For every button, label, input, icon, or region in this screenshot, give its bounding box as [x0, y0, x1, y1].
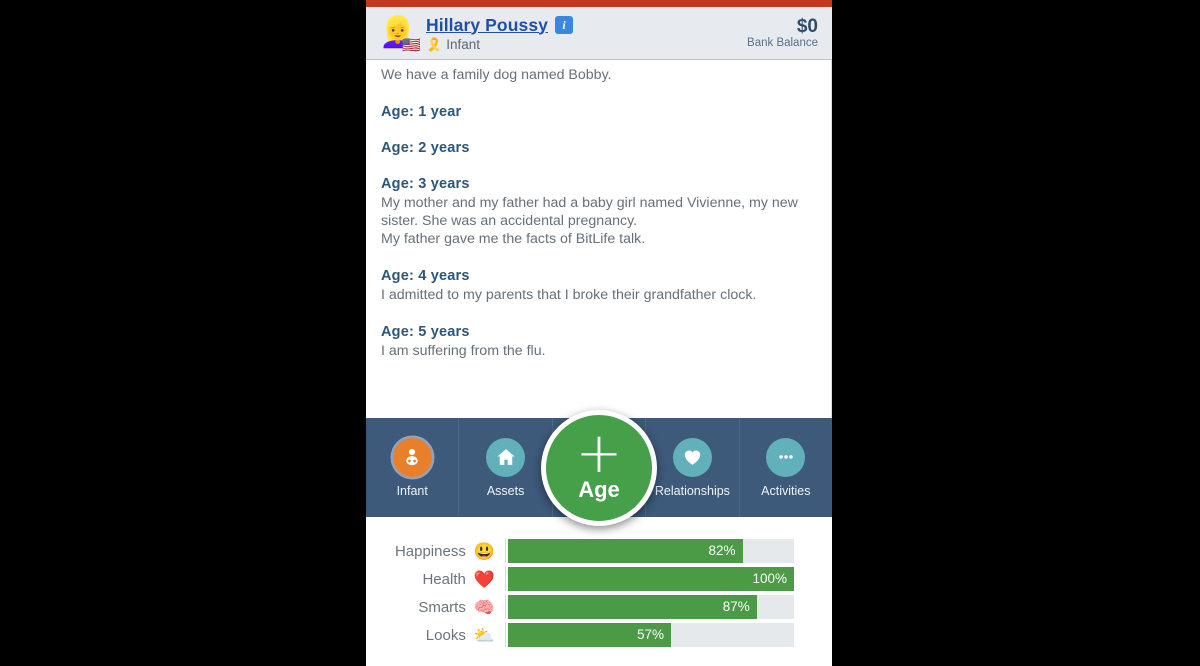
red-heart-icon: ❤️ — [473, 569, 495, 589]
stat-percent-label: 57% — [636, 627, 665, 643]
bank-balance-amount: $0 — [796, 15, 818, 37]
stat-bar-cell: 57% — [506, 623, 832, 647]
stat-label-cell: Happiness 😃 — [366, 539, 506, 563]
ribbon-icon: 🎗️ — [426, 36, 443, 52]
age-heading: Age: 5 years — [381, 324, 470, 340]
stat-track: 87% — [508, 595, 794, 619]
age-block: Age: 5 years I am suffering from the flu. — [381, 324, 815, 360]
life-stage-label: Infant — [446, 36, 480, 52]
nav-item-relationships[interactable]: Relationships — [646, 418, 740, 517]
event-line: My father gave me the facts of BitLife t… — [381, 231, 646, 247]
stat-fill: 57% — [508, 623, 672, 647]
identity-block: Hillary Poussy i 🎗️ Infant — [426, 15, 747, 52]
stat-bar-cell: 87% — [506, 595, 832, 619]
age-button-label: Age — [578, 476, 620, 502]
stat-track: 57% — [508, 623, 794, 647]
stat-label-cell: Smarts 🧠 — [366, 595, 506, 619]
stat-fill: 82% — [508, 539, 743, 563]
age-heading: Age: 4 years — [381, 268, 470, 284]
age-heading: Age: 1 year — [381, 104, 462, 120]
nav-label-assets: Assets — [486, 483, 525, 498]
event-line: I admitted to my parents that I broke th… — [381, 287, 757, 303]
age-button[interactable]: + Age — [541, 409, 658, 526]
age-block: Age: 2 years — [381, 140, 815, 156]
plus-icon: + — [575, 421, 623, 487]
stat-bar-cell: 100% — [506, 567, 832, 591]
stat-percent-label: 87% — [722, 599, 750, 615]
baby-icon — [392, 437, 432, 477]
stat-label: Health — [422, 570, 466, 588]
profile-header: 👱‍♀️ 🇺🇸 Hillary Poussy i 🎗️ Infant $0 Ba… — [366, 7, 832, 60]
person-name-link[interactable]: Hillary Poussy — [426, 15, 548, 36]
events-container: Age: 1 year Age: 2 years Age: 3 years My mo… — [381, 104, 815, 360]
age-block: Age: 1 year — [381, 104, 815, 120]
stat-row: Health ❤️ 100% — [366, 567, 832, 591]
stat-label: Looks — [425, 626, 466, 644]
stat-track: 100% — [508, 567, 794, 591]
stat-fill: 100% — [508, 567, 794, 591]
stat-label-cell: Looks ⛅ — [366, 623, 506, 647]
event-line: We have a family dog named Bobby. — [381, 67, 612, 83]
stage-row: 🎗️ Infant — [426, 37, 747, 52]
age-block: Age: 4 years I admitted to my parents tha… — [381, 268, 815, 304]
info-icon[interactable]: i — [555, 16, 574, 34]
stat-fill: 87% — [508, 595, 757, 619]
nav-label-activities: Activities — [761, 483, 811, 498]
nav-item-activities[interactable]: Activities — [740, 418, 832, 517]
name-row: Hillary Poussy i — [426, 15, 747, 36]
nav-item-infant[interactable]: Infant — [366, 418, 460, 517]
stat-label: Happiness — [394, 542, 466, 560]
stat-row: Looks ⛅ 57% — [366, 623, 832, 647]
avatar[interactable]: 👱‍♀️ 🇺🇸 — [378, 13, 421, 54]
event-line: I am suffering from the flu. — [381, 343, 546, 359]
life-events-feed[interactable]: We have a family dog named Bobby. Age: 1… — [366, 60, 832, 418]
bank-balance: $0 Bank Balance — [747, 15, 818, 50]
sun-behind-cloud-icon: ⛅ — [473, 625, 495, 645]
event-line: My mother and my father had a baby girl … — [381, 195, 798, 229]
status-strip — [366, 0, 832, 7]
nav-item-assets[interactable]: Assets — [459, 418, 553, 517]
stat-label: Smarts — [418, 598, 466, 616]
bitlife-app-viewport: 👱‍♀️ 🇺🇸 Hillary Poussy i 🎗️ Infant $0 Ba… — [366, 0, 832, 666]
stat-row: Smarts 🧠 87% — [366, 595, 832, 619]
bank-balance-label: Bank Balance — [747, 37, 818, 50]
ellipsis-icon — [766, 437, 806, 477]
age-block: Age: 3 years My mother and my father had … — [381, 176, 815, 248]
stat-bar-cell: 82% — [506, 539, 832, 563]
stats-panel: Happiness 😃 82% Health ❤️ 100% Smarts 🧠 87% Looks… — [366, 517, 832, 666]
stat-row: Happiness 😃 82% — [366, 539, 832, 563]
bottom-navigation: Infant Assets + Age Relationships Activi… — [366, 409, 832, 526]
heart-icon — [672, 437, 712, 477]
stat-track: 82% — [508, 539, 794, 563]
age-heading: Age: 3 years — [381, 176, 470, 192]
nav-item-age[interactable]: + Age — [541, 409, 658, 526]
grinning-face-icon: 😃 — [473, 541, 495, 561]
nav-label-relationships: Relationships — [654, 483, 730, 498]
age-heading: Age: 2 years — [381, 140, 470, 156]
house-icon — [486, 437, 526, 477]
nav-label-infant: Infant — [396, 483, 428, 498]
brain-icon: 🧠 — [473, 597, 495, 617]
us-flag-icon: 🇺🇸 — [402, 37, 421, 54]
stat-percent-label: 82% — [708, 543, 736, 559]
stat-label-cell: Health ❤️ — [366, 567, 506, 591]
stat-percent-label: 100% — [752, 571, 787, 587]
